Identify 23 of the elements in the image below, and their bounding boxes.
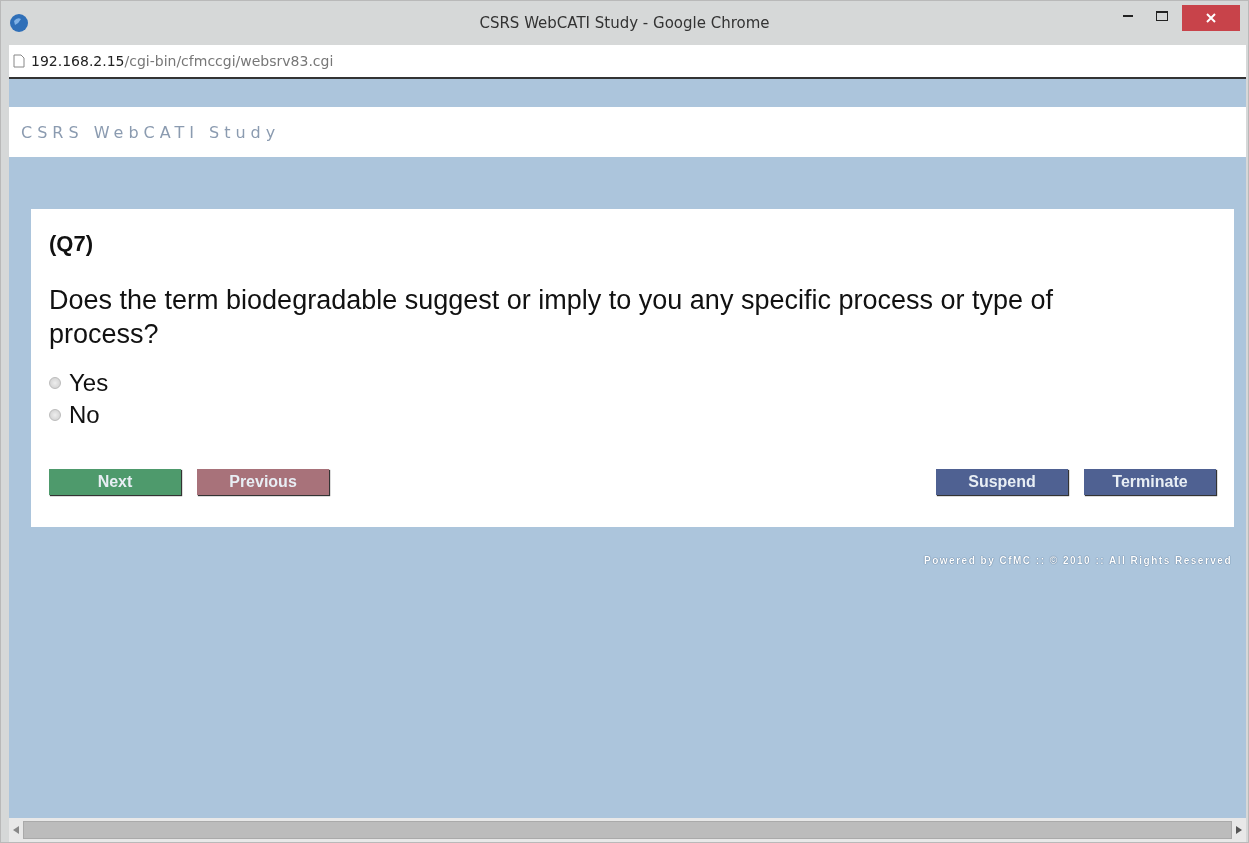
globe-icon	[9, 13, 29, 33]
window-title: CSRS WebCATI Study - Google Chrome	[479, 14, 770, 32]
close-icon	[1206, 13, 1216, 23]
suspend-button[interactable]: Suspend	[936, 469, 1068, 495]
question-number: (Q7)	[49, 231, 94, 257]
horizontal-scrollbar[interactable]	[9, 818, 1246, 842]
site-title: CSRS WebCATI Study	[21, 122, 281, 142]
footer-text: Powered by CfMC :: © 2010 :: All Rights Reserved	[924, 555, 1232, 566]
close-button[interactable]	[1182, 5, 1240, 31]
question-text: Does the term biodegradable suggest or imply to you any specific process or type of process?	[49, 284, 1055, 351]
terminate-button[interactable]: Terminate	[1084, 469, 1216, 495]
minimize-icon	[1123, 15, 1133, 17]
next-button[interactable]: Next	[49, 469, 181, 495]
option-label[interactable]: No	[69, 401, 100, 429]
maximize-icon	[1156, 11, 1168, 21]
radio-button[interactable]	[49, 409, 61, 421]
url-text[interactable]: 192.168.2.15/cgi-bin/cfmccgi/websrv83.cgi	[31, 53, 334, 69]
page-icon	[13, 54, 25, 68]
previous-button[interactable]: Previous	[197, 469, 329, 495]
scroll-left-icon[interactable]	[13, 826, 19, 834]
option-label[interactable]: Yes	[69, 369, 109, 397]
scroll-right-icon[interactable]	[1236, 826, 1242, 834]
radio-button[interactable]	[49, 377, 61, 389]
